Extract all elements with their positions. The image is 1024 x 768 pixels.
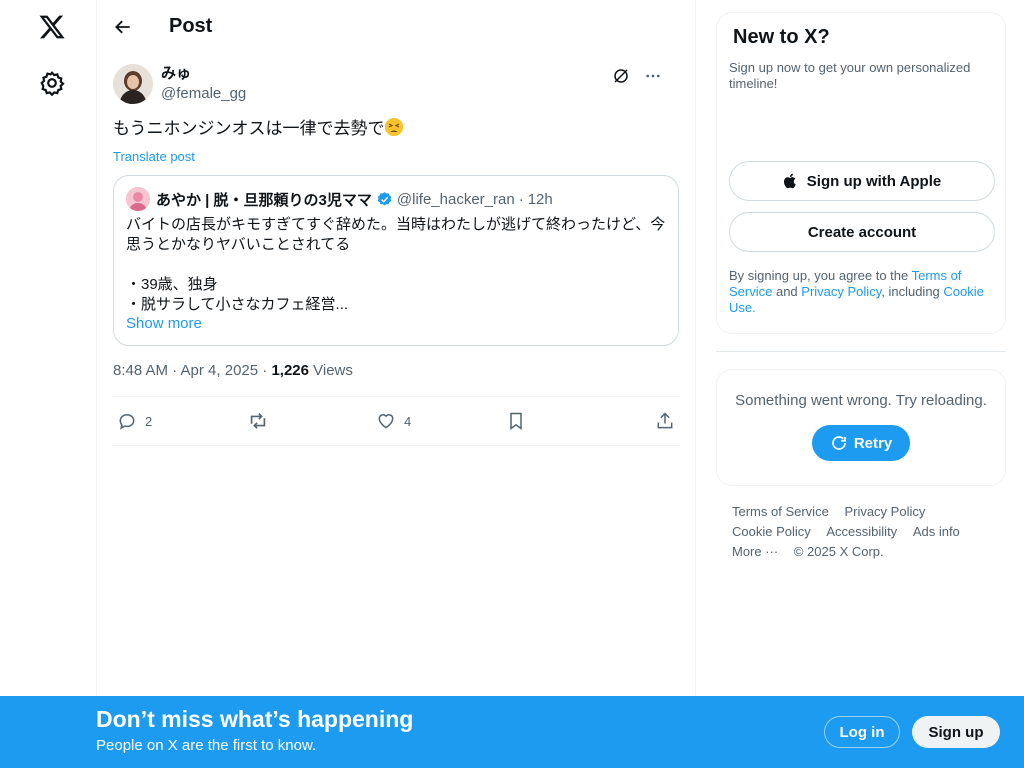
reply-icon	[119, 413, 135, 430]
left-nav	[0, 0, 97, 768]
views-count: 1,226	[271, 362, 309, 379]
footer-ads-link[interactable]: Ads info	[913, 522, 960, 542]
post-text: もうニホンジンオスは一律で去勢で	[113, 117, 679, 141]
reply-count: 2	[145, 413, 153, 429]
refresh-icon	[832, 436, 846, 450]
post-author-row: みゅ @female_gg	[113, 53, 679, 109]
retry-label: Retry	[853, 434, 893, 452]
legal-including: , including	[881, 284, 944, 299]
create-account-label: Create account	[807, 223, 917, 241]
views-label: Views	[308, 362, 353, 379]
bookmark-icon	[509, 412, 522, 430]
signup-banner: Don’t miss what’s happening People on X …	[0, 696, 1024, 768]
apple-button-label: Sign up with Apple	[806, 172, 942, 190]
author-name[interactable]: みゅ	[161, 64, 246, 84]
signup-button[interactable]: Sign up	[912, 716, 1000, 748]
topbar: Post	[97, 0, 695, 53]
action-bar: 2 4	[113, 396, 679, 446]
bookmark-button[interactable]	[506, 411, 546, 431]
banner-subtitle: People on X are the first to know.	[96, 737, 317, 754]
post: みゅ @female_gg もうニホンジンオスは一律で去勢で Translate…	[97, 53, 695, 446]
show-more-link[interactable]: Show more	[126, 315, 202, 332]
heart-icon	[378, 414, 394, 429]
error-message: Something went wrong. Try reloading.	[735, 392, 987, 409]
quote-avatar	[126, 187, 150, 211]
quote-time: 12h	[527, 190, 553, 208]
apple-icon	[783, 173, 796, 189]
error-card: Something went wrong. Try reloading. Ret…	[716, 369, 1006, 486]
right-sidebar: New to X? Sign up now to get your own pe…	[716, 0, 1006, 562]
banner-title: Don’t miss what’s happening	[96, 706, 414, 732]
create-account-button[interactable]: Create account	[729, 212, 995, 252]
post-timestamp[interactable]: 8:48 AM · Apr 4, 2025 ·	[113, 362, 271, 379]
grok-icon[interactable]	[611, 66, 631, 86]
quote-author-name: あやか | 脱・旦那頼りの3児ママ	[156, 191, 372, 209]
avatar[interactable]	[113, 64, 153, 104]
translate-post-link[interactable]: Translate post	[113, 149, 195, 164]
quote-text: バイトの店長がキモすぎてすぐ辞めた。当時はわたしが逃げて終わったけど、今思うとか…	[126, 216, 666, 313]
footer-terms-link[interactable]: Terms of Service	[732, 502, 829, 522]
page-title: Post	[169, 15, 213, 37]
sidebar-divider	[716, 351, 1006, 352]
tired-face-emoji-icon	[384, 118, 403, 136]
footer-privacy-link[interactable]: Privacy Policy	[844, 502, 925, 522]
privacy-link[interactable]: Privacy Policy	[801, 284, 881, 299]
login-button[interactable]: Log in	[824, 716, 900, 748]
signup-card: New to X? Sign up now to get your own pe…	[716, 12, 1006, 334]
repost-icon	[250, 413, 265, 429]
timestamp-row: 8:48 AM · Apr 4, 2025 · 1,226 Views	[113, 362, 679, 382]
legal-prefix: By signing up, you agree to the	[729, 268, 912, 283]
x-logo-icon[interactable]	[30, 5, 74, 49]
quoted-post[interactable]: あやか | 脱・旦那頼りの3児ママ @life_hacker_ran · 12h…	[113, 175, 679, 346]
repost-button[interactable]	[247, 410, 287, 432]
verified-badge-icon	[376, 191, 393, 208]
like-button[interactable]: 4	[376, 411, 416, 431]
share-button[interactable]	[635, 411, 675, 431]
reply-button[interactable]: 2	[117, 411, 157, 431]
author-handle[interactable]: @female_gg	[161, 84, 246, 104]
like-count: 4	[404, 413, 412, 429]
main-column: Post みゅ @female_gg もうニホンジンオスは一律で去勢で Tran…	[97, 0, 696, 696]
share-icon	[657, 412, 673, 429]
footer-accessibility-link[interactable]: Accessibility	[826, 522, 897, 542]
more-options-icon[interactable]	[643, 66, 663, 86]
gear-icon[interactable]	[30, 61, 74, 105]
quote-separator: ·	[518, 190, 524, 208]
legal-and: and	[772, 284, 802, 299]
footer-cookie-link[interactable]: Cookie Policy	[732, 522, 811, 542]
retry-button[interactable]: Retry	[812, 425, 910, 461]
signup-card-title: New to X?	[733, 26, 830, 48]
signup-legal-text: By signing up, you agree to the Terms of…	[729, 268, 993, 316]
sign-up-with-apple-button[interactable]: Sign up with Apple	[729, 161, 995, 201]
signup-card-subtitle: Sign up now to get your own personalized…	[729, 60, 971, 91]
footer-more-link[interactable]: More ···	[732, 542, 778, 562]
quote-author-handle: @life_hacker_ran	[396, 190, 515, 208]
post-text-body: もうニホンジンオスは一律で去勢で	[113, 119, 385, 138]
back-arrow-icon[interactable]	[111, 15, 135, 39]
footer-copyright: © 2025 X Corp.	[793, 544, 884, 559]
footer-links: Terms of Service Privacy Policy Cookie P…	[716, 502, 976, 562]
